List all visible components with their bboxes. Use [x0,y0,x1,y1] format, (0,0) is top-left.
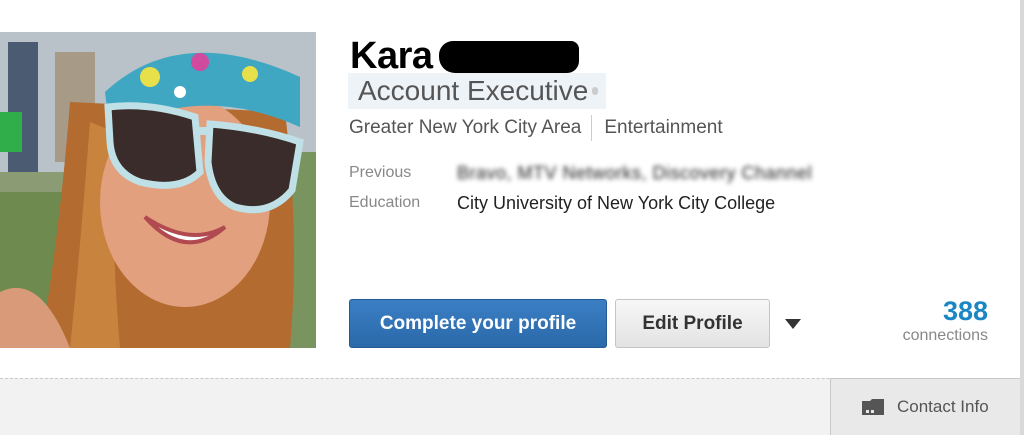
profile-name: Kara [350,34,579,78]
first-name: Kara [350,34,433,77]
text-cursor [592,87,599,95]
connections-label: connections [902,327,988,344]
connections-count[interactable]: 388 [903,296,988,326]
education-row: Education City University of New York Ci… [349,188,812,218]
industry-text[interactable]: Entertainment [604,117,722,139]
contact-info-tab[interactable]: Contact Info [830,378,1020,435]
meta-divider [591,115,593,141]
headline-text: Account Executive [358,75,589,106]
profile-card: Kara Account Executive Greater New York … [0,0,1024,435]
complete-profile-button[interactable]: Complete your profile [349,299,607,348]
previous-value: Bravo, MTV Networks, Discovery Channel [457,162,813,183]
profile-photo[interactable] [0,32,316,348]
edit-profile-button[interactable]: Edit Profile [615,299,770,348]
contact-info-label: Contact Info [897,397,989,416]
profile-headline[interactable]: Account Executive [348,73,607,109]
previous-label: Previous [349,164,412,181]
profile-meta: Greater New York City Area Entertainment [349,114,723,142]
caret-down-icon[interactable] [784,317,802,331]
previous-row: Previous Bravo, MTV Networks, Discovery … [349,158,812,188]
education-label: Education [349,194,421,211]
profile-photo-image [0,32,316,348]
redacted-last-name [438,41,579,73]
location-text[interactable]: Greater New York City Area [349,117,581,139]
card-right-border [1020,0,1024,435]
education-value[interactable]: City University of New York City College [457,193,775,214]
address-book-icon [862,399,884,415]
connections-summary[interactable]: 388 connections [903,296,988,346]
profile-details: Previous Bravo, MTV Networks, Discovery … [349,158,812,218]
